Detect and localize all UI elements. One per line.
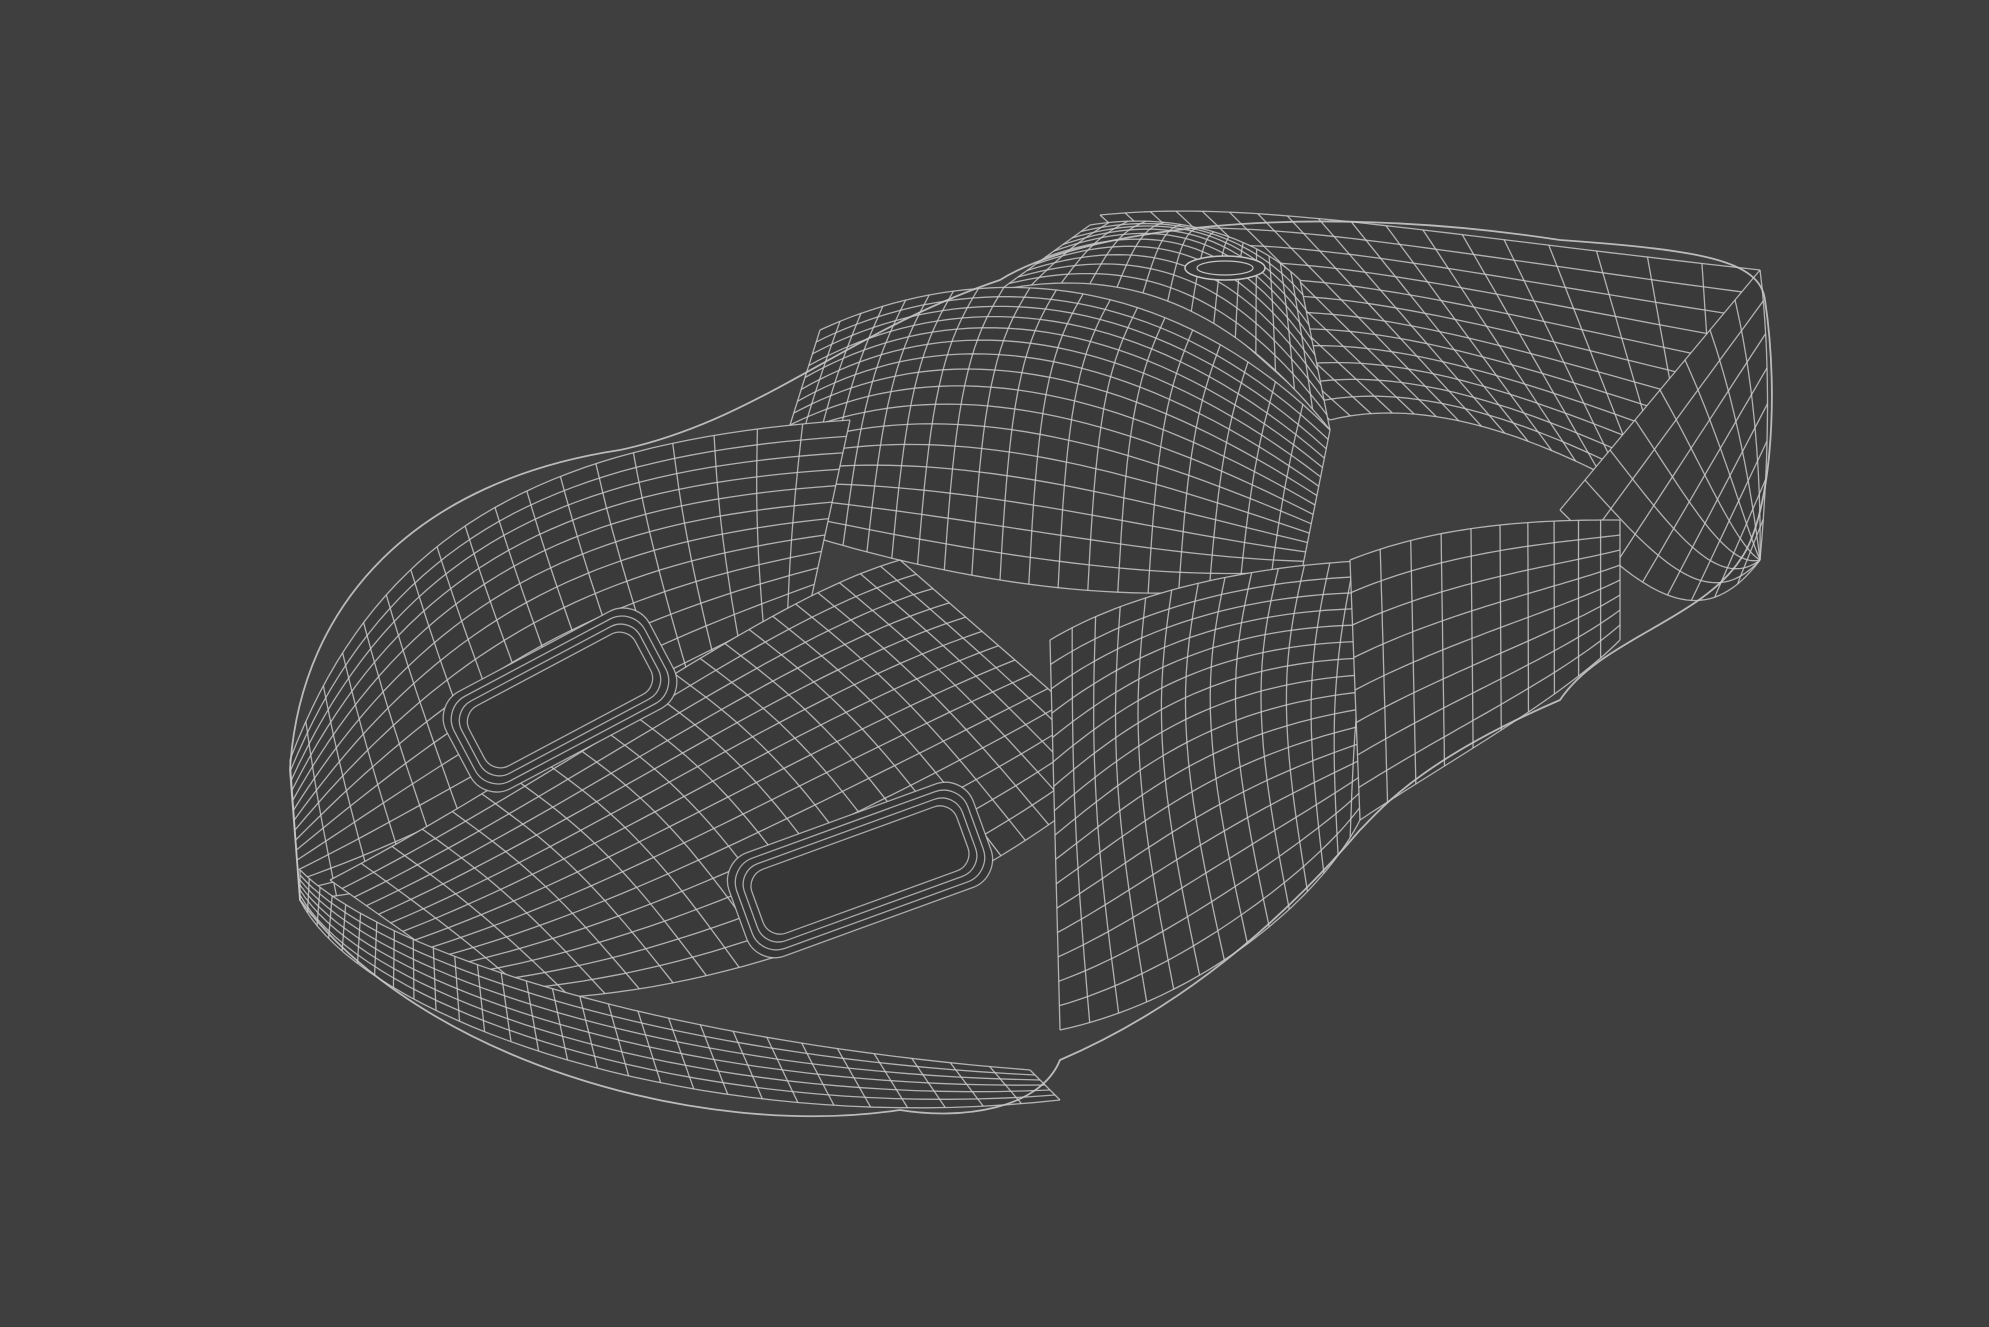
car-wireframe-model[interactable] [0, 0, 1989, 1327]
side-body-panel [1349, 519, 1621, 821]
roof-air-scoop [1184, 255, 1266, 281]
right-front-fender [1049, 559, 1401, 1031]
3d-viewport[interactable] [0, 0, 1989, 1327]
